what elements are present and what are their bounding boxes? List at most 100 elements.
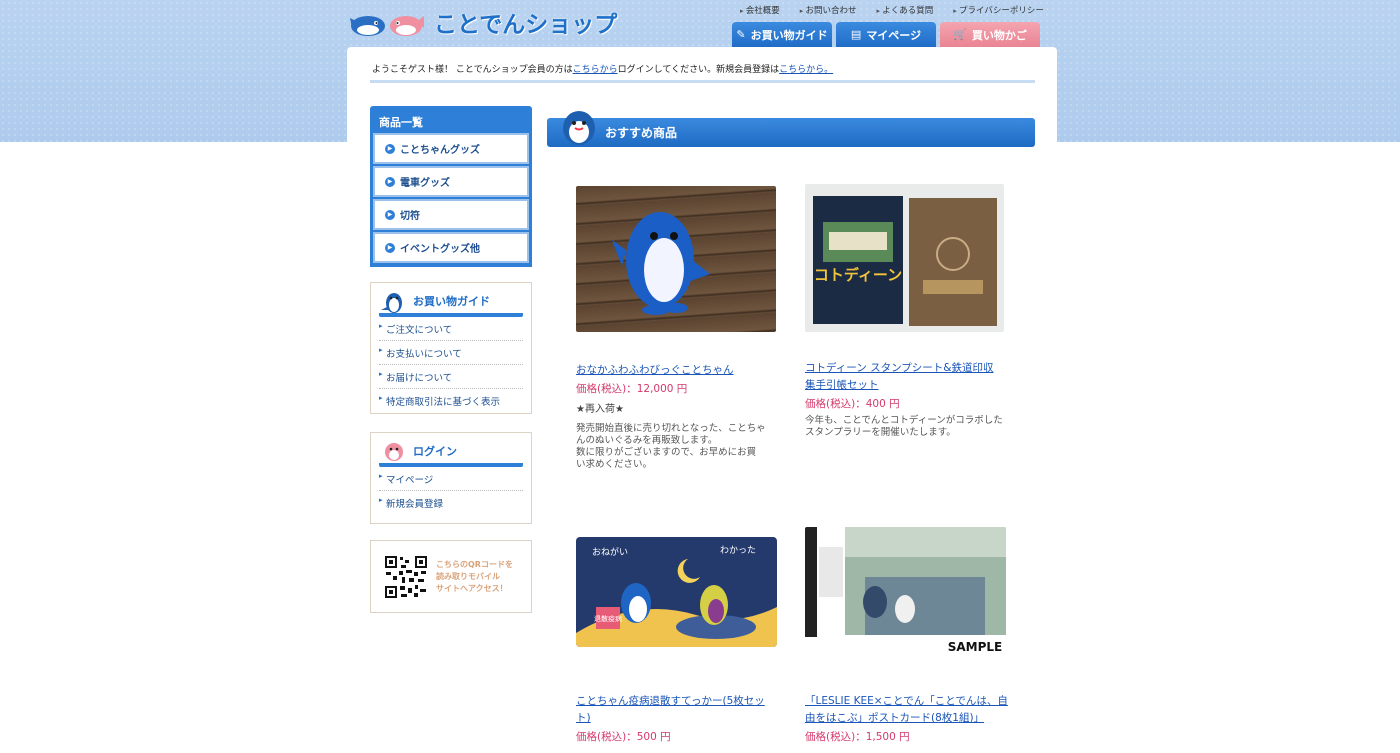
product-name-link[interactable]: コトディーン スタンプシート&鉄道印収 集手引帳セット [805,360,1015,394]
price-label: 価格(税込)： [576,731,637,743]
sample-watermark: SAMPLE [948,640,1003,654]
desc-line: んのぬいぐるみを再販致します。 [576,435,718,446]
product-image[interactable]: コトディーン [805,184,1004,332]
login-link-mypage[interactable]: マイページ [379,467,523,491]
qr-caption: こちらのQRコードを 読み取りモバイル サイトへアクセス！ [436,559,513,595]
product-description: 発売開始直後に売り切れとなった、ことちゃ んのぬいぐるみを再販致します。 数に限… [576,423,786,471]
play-icon: ▶ [385,143,395,154]
util-link-company[interactable]: 会社概要 [740,4,780,16]
util-link-contact[interactable]: お問い合わせ [800,4,857,16]
price-label: 価格(税込)： [805,731,866,743]
desc-line: スタンプラリーを開催いたします。 [805,427,956,438]
category-kotochan-goods[interactable]: ▶ ことちゃんグッズ [373,133,529,164]
category-label: イベントグッズ他 [400,244,480,255]
product-price: 価格(税込)：1,500 円 [805,729,1015,744]
guide-link-order[interactable]: ご注文について [379,317,523,341]
svg-text:コトディーン: コトディーン [814,266,902,284]
recommended-title: おすすめ商品 [605,126,678,140]
category-label: 電車グッズ [400,178,450,189]
name-line: 由をはこぶ」ポストカード(8枚1組)」 [805,712,985,724]
dolphin-mascots-icon [350,16,424,36]
tab-shopping-guide[interactable]: ✎ お買い物ガイド [732,22,832,47]
login-link-register[interactable]: 新規会員登録 [379,491,523,514]
product-description: 今年も、ことでんとコトディーンがコラボした スタンプラリーを開催いたします。 [805,415,1015,439]
page-icon: ▤ [850,28,862,41]
tab-label: 買い物かご [971,28,1027,42]
cart-icon: 🛒 [953,28,967,41]
category-label: 切符 [400,211,420,222]
product-card: コトディーン コトディーン スタンプシート&鉄道印収 集手引帳セット 価格(税込… [805,184,1015,439]
product-price: 価格(税込)：400 円 [805,396,1015,411]
price-value: 400 円 [865,398,900,410]
login-link[interactable]: こちらから [573,65,618,75]
qr-line: こちらのQRコードを [436,559,513,569]
login-title: ログイン [413,445,457,458]
product-note: ★再入荷★ [576,404,624,415]
category-event-goods[interactable]: ▶ イベントグッズ他 [373,232,529,263]
price-value: 12,000 円 [636,383,688,395]
product-price: 価格(税込)：500 円 [576,729,786,744]
desc-line: 数に限りがございますので、お早めにお買 [576,447,757,458]
penguin-mascot-icon [381,293,402,313]
logo-text: ことでんショップ [434,12,618,38]
product-name-link[interactable]: 「LESLIE KEE×ことでん「ことでんは、自 由をはこぶ」ポストカード(8枚… [805,693,1015,727]
desc-line: い求めください。 [576,459,653,470]
divider [370,80,1035,83]
qr-line: 読み取りモバイル [436,571,500,581]
plush-penguin-icon [612,212,710,315]
guide-link-legal[interactable]: 特定商取引法に基づく表示 [379,389,523,412]
product-card: おねがい わかった 退散疫病 ことちゃん疫病退散すてっかー(5枚セッ ト) 価格… [576,537,786,744]
tab-mypage[interactable]: ▤ マイページ [836,22,936,47]
guide-link-delivery[interactable]: お届けについて [379,365,523,389]
name-line: ことちゃん疫病退散すてっかー(5枚セッ [576,695,765,707]
utility-links: 会社概要 お問い合わせ よくある質問 プライバシーポリシー [740,4,1044,16]
login-box: ログイン マイページ 新規会員登録 [370,432,532,524]
name-line: 集手引帳セット [805,379,879,391]
guide-title: お買い物ガイド [413,295,490,308]
play-icon: ▶ [385,209,395,220]
welcome-message: ようこそゲスト様！ ことでんショップ会員の方はこちらからログインしてください。新… [372,62,833,75]
product-card: SAMPLE 「LESLIE KEE×ことでん「ことでんは、自 由をはこぶ」ポス… [805,527,1015,744]
price-value: 500 円 [636,731,671,743]
tab-label: お買い物ガイド [750,28,828,42]
play-icon: ▶ [385,242,395,253]
welcome-prefix: ようこそゲスト様！ ことでんショップ会員の方は [372,65,573,75]
login-header: ログイン [379,439,523,467]
welcome-middle: ログインしてください。新規会員登録は [617,65,780,75]
qr-line: サイトへアクセス！ [436,583,508,593]
sticker-set-icon: おねがい わかった 退散疫病 [576,545,777,647]
product-name-link[interactable]: おなかふわふわびっぐことちゃん [576,362,786,379]
desc-line: 今年も、ことでんとコトディーンがコラボした [805,415,1003,426]
name-line: コトディーン スタンプシート&鉄道印収 [805,362,994,374]
tab-label: マイページ [866,28,922,42]
qr-code-box[interactable]: こちらのQRコードを 読み取りモバイル サイトへアクセス！ [370,540,532,613]
shopping-guide-box: お買い物ガイド ご注文について お支払いについて お届けについて 特定商取引法に… [370,282,532,414]
name-line: ト) [576,712,591,724]
sticker-right-text: わかった [720,545,756,556]
site-logo[interactable]: ことでんショップ [346,4,617,40]
product-name-link[interactable]: ことちゃん疫病退散すてっかー(5枚セッ ト) [576,693,786,727]
product-image[interactable]: おねがい わかった 退散疫病 [576,537,777,647]
register-link[interactable]: こちらから。 [779,65,833,75]
guide-link-payment[interactable]: お支払いについて [379,341,523,365]
stamp-sheet-book-icon: コトディーン [813,196,997,326]
penguin-mascot-icon [563,111,595,145]
product-card: おなかふわふわびっぐことちゃん 価格(税込)：12,000 円 ★再入荷★ 発売… [576,186,786,471]
util-link-privacy[interactable]: プライバシーポリシー [953,4,1044,16]
tab-cart[interactable]: 🛒 買い物かご [940,22,1040,47]
category-title: 商品一覧 [379,116,423,129]
util-link-faq[interactable]: よくある質問 [877,4,933,16]
product-price: 価格(税込)：12,000 円 [576,381,786,396]
postcard-photo-icon: SAMPLE [805,527,1006,654]
category-label: ことちゃんグッズ [400,145,480,156]
qr-code-icon [384,554,428,599]
price-value: 1,500 円 [865,731,910,743]
category-tickets[interactable]: ▶ 切符 [373,199,529,230]
category-train-goods[interactable]: ▶ 電車グッズ [373,166,529,197]
product-image[interactable] [576,186,776,332]
sticker-left-text: おねがい [592,546,628,558]
pink-mascot-icon [385,443,403,461]
category-box: 商品一覧 ▶ ことちゃんグッズ ▶ 電車グッズ ▶ 切符 ▶ イベントグッズ他 [370,106,532,267]
product-image[interactable]: SAMPLE [805,527,1006,657]
price-label: 価格(税込)： [576,383,637,395]
